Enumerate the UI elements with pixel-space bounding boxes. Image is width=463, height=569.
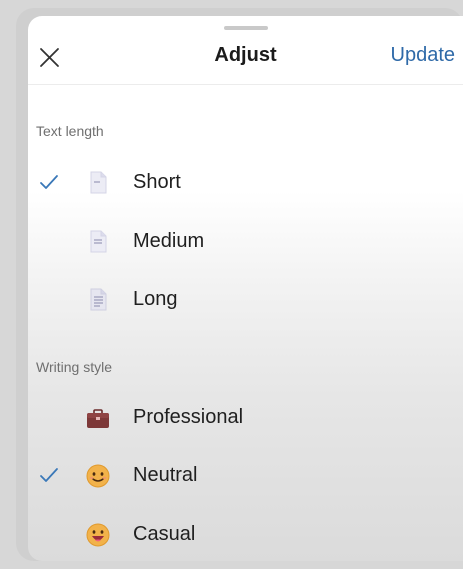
option-label: Long — [133, 288, 178, 310]
drag-handle[interactable] — [224, 26, 268, 30]
option-professional[interactable]: Professional — [28, 396, 463, 440]
smiley-icon — [86, 464, 110, 488]
option-casual[interactable]: Casual — [28, 513, 463, 557]
grinning-face-icon — [86, 523, 110, 547]
option-label: Professional — [133, 406, 244, 428]
option-label: Short — [133, 171, 181, 193]
document-icon — [90, 171, 107, 194]
option-label: Casual — [133, 523, 196, 545]
checkmark-icon — [40, 468, 58, 482]
option-long[interactable]: Long — [28, 278, 463, 322]
option-label: Neutral — [133, 464, 198, 486]
document-icon — [90, 288, 107, 311]
document-icon — [90, 230, 107, 253]
checkmark-icon — [40, 175, 58, 189]
briefcase-icon — [87, 409, 109, 428]
option-label: Medium — [133, 230, 205, 252]
option-neutral[interactable]: Neutral — [28, 454, 463, 498]
update-button[interactable]: Update — [391, 44, 456, 67]
option-short[interactable]: Short — [28, 161, 463, 205]
sheet-header: Adjust Update — [28, 34, 463, 85]
section-label-text-length: Text length — [36, 123, 104, 139]
section-label-writing-style: Writing style — [36, 359, 112, 375]
adjust-sheet: Adjust Update Text length Short Medium L… — [28, 16, 463, 561]
option-medium[interactable]: Medium — [28, 220, 463, 264]
